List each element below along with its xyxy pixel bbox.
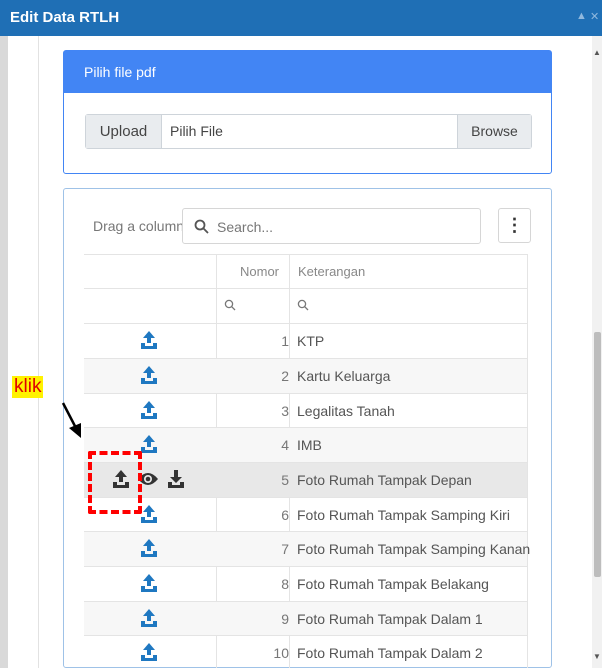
cell-keterangan: Foto Rumah Tampak Samping Kanan (297, 541, 531, 557)
upload-icon[interactable] (139, 573, 159, 593)
row-divider (84, 358, 527, 359)
column-header-keterangan[interactable]: Keterangan (298, 264, 365, 279)
grid-top-border (84, 254, 527, 255)
filter-search-icon-keterangan[interactable] (297, 299, 309, 311)
browse-button[interactable]: Browse (457, 115, 531, 148)
scroll-up-icon[interactable]: ▲ (593, 48, 601, 57)
upload-icon[interactable] (139, 365, 159, 385)
cell-nomor: 7 (281, 541, 289, 557)
upload-card-title: Pilih file pdf (84, 64, 156, 80)
action-cell (84, 567, 217, 601)
cell-nomor: 6 (281, 507, 289, 523)
search-placeholder: Search... (217, 219, 274, 235)
cell-keterangan: IMB (297, 437, 322, 453)
scroll-down-icon[interactable]: ▼ (593, 652, 601, 661)
search-input[interactable]: Search... (182, 208, 481, 244)
cell-nomor: 8 (281, 576, 289, 592)
cell-keterangan: Kartu Keluarga (297, 368, 391, 384)
cell-keterangan: Foto Rumah Tampak Belakang (297, 576, 489, 592)
header-divider (84, 288, 527, 289)
cell-nomor: 3 (281, 403, 289, 419)
cell-keterangan: Foto Rumah Tampak Samping Kiri (297, 507, 510, 523)
action-cell (84, 636, 217, 670)
action-cell (84, 394, 217, 428)
column-chooser-button[interactable]: ⋮ (498, 208, 531, 243)
cell-nomor: 9 (281, 611, 289, 627)
upload-icon[interactable] (139, 504, 159, 524)
upload-icon[interactable] (139, 330, 159, 350)
upload-card: Pilih file pdf Upload Pilih File Browse (63, 50, 552, 174)
row-divider (84, 635, 527, 636)
upload-icon[interactable] (139, 400, 159, 420)
col-divider-3 (527, 254, 528, 668)
cell-nomor: 1 (281, 333, 289, 349)
cell-keterangan: KTP (297, 333, 325, 349)
column-header-nomor[interactable]: Nomor (240, 264, 279, 279)
search-icon (194, 219, 209, 234)
upload-icon[interactable] (139, 434, 159, 454)
filter-search-icon-nomor[interactable] (224, 299, 236, 311)
upload-icon[interactable] (139, 608, 159, 628)
cell-nomor: 2 (281, 368, 289, 384)
row-divider (84, 497, 527, 498)
cell-keterangan: Foto Rumah Tampak Dalam 2 (297, 645, 483, 661)
upload-icon[interactable] (139, 642, 159, 662)
table-row[interactable]: 1 KTP (84, 324, 527, 358)
table-row[interactable]: 3 Legalitas Tanah (84, 394, 527, 428)
row-divider (84, 462, 527, 463)
action-cell (84, 359, 217, 393)
divider (38, 36, 39, 668)
close-icon[interactable]: ✕ (590, 10, 599, 23)
download-icon[interactable] (166, 469, 186, 489)
row-divider (84, 566, 527, 567)
action-cell (84, 324, 217, 358)
annotation-highlight-box (88, 451, 142, 514)
cell-keterangan: Foto Rumah Tampak Dalam 1 (297, 611, 483, 627)
table-row[interactable]: 2 Kartu Keluarga (84, 359, 527, 393)
upload-card-header: Pilih file pdf (64, 51, 551, 93)
action-cell (84, 532, 217, 566)
scrollbar-thumb[interactable] (594, 332, 601, 577)
file-input-group[interactable]: Upload Pilih File Browse (85, 114, 532, 149)
cell-nomor: 4 (281, 437, 289, 453)
left-border (0, 36, 8, 668)
row-divider (84, 601, 527, 602)
table-row[interactable]: 4 IMB (84, 428, 527, 462)
table-row-hovered[interactable]: 5 Foto Rumah Tampak Depan (84, 463, 527, 497)
cell-nomor: 5 (281, 472, 289, 488)
row-divider (84, 427, 527, 428)
row-divider (84, 393, 527, 394)
cell-nomor: 10 (273, 645, 289, 661)
table-row[interactable]: 8 Foto Rumah Tampak Belakang (84, 567, 527, 601)
minimize-icon[interactable]: ▲ (576, 10, 587, 22)
file-input[interactable]: Pilih File (170, 123, 223, 139)
action-cell (84, 602, 217, 636)
upload-button[interactable]: Upload (86, 115, 162, 148)
table-row[interactable]: 10 Foto Rumah Tampak Dalam 2 (84, 636, 527, 670)
window-titlebar: Edit Data RTLH ▲ ✕ (0, 0, 602, 36)
cell-keterangan: Legalitas Tanah (297, 403, 395, 419)
annotation-arrow-icon (61, 402, 81, 438)
group-panel-hint: Drag a column (93, 218, 185, 234)
window-title: Edit Data RTLH (10, 9, 120, 26)
cell-keterangan: Foto Rumah Tampak Depan (297, 472, 472, 488)
row-divider (84, 531, 527, 532)
table-row[interactable]: 6 Foto Rumah Tampak Samping Kiri (84, 498, 527, 532)
upload-icon[interactable] (139, 538, 159, 558)
table-row[interactable]: 7 Foto Rumah Tampak Samping Kanan (84, 532, 531, 566)
table-row[interactable]: 9 Foto Rumah Tampak Dalam 1 (84, 602, 527, 636)
annotation-label: klik (12, 376, 44, 398)
